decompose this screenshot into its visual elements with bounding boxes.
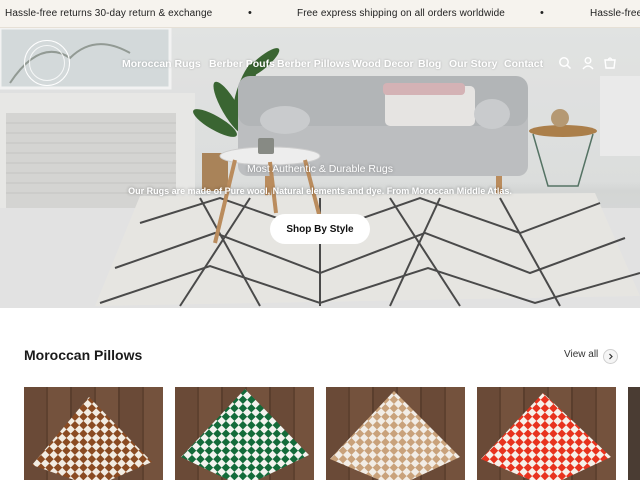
pillow-image-green — [181, 389, 309, 480]
logo-emblem — [29, 45, 65, 81]
section-title: Moroccan Pillows — [24, 347, 143, 363]
view-all-link[interactable]: View all — [564, 349, 598, 360]
pillow-image-beige — [330, 391, 460, 480]
nav-moroccan-rugs[interactable]: Moroccan Rugs — [122, 58, 201, 70]
nav-contact[interactable]: Contact — [504, 58, 543, 70]
shop-by-style-button[interactable]: Shop By Style — [270, 214, 370, 244]
product-card-partial[interactable] — [628, 387, 640, 480]
search-icon[interactable] — [558, 56, 572, 70]
nav-our-story[interactable]: Our Story — [449, 58, 497, 70]
announcement-bar: Hassle-free returns 30-day return & exch… — [0, 0, 640, 28]
pillow-image-brown — [32, 397, 152, 480]
pillow-image-red — [481, 393, 611, 480]
brand-logo[interactable] — [24, 40, 70, 86]
announcement-shipping: Free express shipping on all orders worl… — [297, 8, 505, 19]
product-card[interactable] — [477, 387, 616, 480]
product-card[interactable] — [326, 387, 465, 480]
hero-subtitle: Most Authentic & Durable Rugs — [247, 163, 393, 175]
announcement-separator: • — [248, 7, 252, 19]
chevron-right-icon[interactable] — [603, 349, 618, 364]
hero-banner: Moroccan Rugs Berber Poufs Berber Pillow… — [0, 28, 640, 308]
product-card[interactable] — [175, 387, 314, 480]
nav-blog[interactable]: Blog — [418, 58, 441, 70]
nav-berber-pillows[interactable]: Berber Pillows — [277, 58, 350, 70]
nav-wood-decor[interactable]: Wood Decor — [352, 58, 414, 70]
announcement-returns-repeat: Hassle-free — [590, 8, 640, 19]
cart-icon[interactable] — [603, 56, 617, 70]
nav-berber-poufs[interactable]: Berber Poufs — [209, 58, 275, 70]
announcement-separator: • — [540, 7, 544, 19]
hero-description: Our Rugs are made of Pure wool, Natural … — [128, 186, 512, 196]
announcement-returns: Hassle-free returns 30-day return & exch… — [5, 8, 213, 19]
product-card[interactable] — [24, 387, 163, 480]
account-icon[interactable] — [581, 56, 595, 70]
